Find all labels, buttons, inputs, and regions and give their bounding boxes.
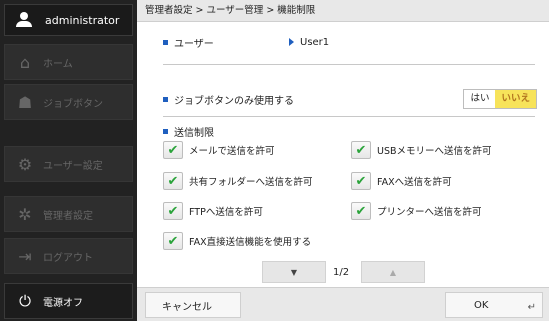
sidebar-item-label: ユーザー設定 <box>43 160 103 172</box>
checkbox-fax-send[interactable]: ✔ FAXへ送信を許可 <box>351 172 452 190</box>
check-icon: ✔ <box>351 172 371 190</box>
power-off-button[interactable]: ⏻ 電源オフ <box>4 283 133 319</box>
checkbox-label: FTPへ送信を許可 <box>189 207 263 218</box>
user-row: ユーザー User1 <box>163 34 329 50</box>
divider <box>163 64 535 65</box>
checkbox-label: プリンターへ送信を許可 <box>377 207 482 218</box>
checkbox-usb-send[interactable]: ✔ USBメモリーへ送信を許可 <box>351 141 492 159</box>
sidebar-item-label: ジョブボタン <box>43 98 103 110</box>
ok-button[interactable]: OK ↵ <box>445 292 543 318</box>
home-icon: ⌂ <box>19 52 31 72</box>
checkbox-printer-send[interactable]: ✔ プリンターへ送信を許可 <box>351 202 482 220</box>
checkbox-ftp-send[interactable]: ✔ FTPへ送信を許可 <box>163 202 263 220</box>
sidebar-item-user-settings[interactable]: ⚙ ユーザー設定 <box>4 146 133 182</box>
sidebar-item-label: 管理者設定 <box>43 210 93 222</box>
user-icon <box>15 12 33 28</box>
sidebar: administrator ⌂ ホーム ☗ ジョブボタン ⚙ ユーザー設定 ✲ … <box>0 0 137 321</box>
checkbox-label: FAX直接送信機能を使用する <box>189 237 312 248</box>
check-icon: ✔ <box>163 141 183 159</box>
sidebar-item-job-button[interactable]: ☗ ジョブボタン <box>4 84 133 120</box>
enter-icon: ↵ <box>527 302 536 313</box>
checkbox-label: FAXへ送信を許可 <box>377 177 452 188</box>
ok-label: OK <box>474 299 489 311</box>
page-down-button[interactable]: ▼ <box>262 261 326 283</box>
breadcrumb: 管理者設定 > ユーザー管理 > 機能制限 <box>137 0 549 22</box>
job-button-icon: ☗ <box>17 92 33 112</box>
yes-no-toggle: はい いいえ <box>463 89 537 109</box>
no-button[interactable]: いいえ <box>495 90 536 108</box>
check-icon: ✔ <box>163 172 183 190</box>
checkbox-email-send[interactable]: ✔ メールで送信を許可 <box>163 141 275 159</box>
power-off-label: 電源オフ <box>43 297 83 309</box>
user-name: administrator <box>45 13 120 27</box>
bullet-icon <box>163 39 168 45</box>
cancel-button[interactable]: キャンセル <box>145 292 241 318</box>
checkbox-label: USBメモリーへ送信を許可 <box>377 146 492 157</box>
checkbox-label: 共有フォルダーへ送信を許可 <box>189 177 313 188</box>
page-indicator: 1/2 <box>333 267 350 278</box>
main-panel: 管理者設定 > ユーザー管理 > 機能制限 ユーザー User1 ジョブボタンの… <box>137 0 549 321</box>
sidebar-item-label: ログアウト <box>43 252 93 264</box>
sidebar-item-label: ホーム <box>43 58 73 70</box>
user-row-value: User1 <box>300 36 330 48</box>
send-restriction-section: 送信制限 <box>163 124 214 139</box>
check-icon: ✔ <box>351 141 371 159</box>
pager: ▼ 1/2 ▲ <box>137 259 549 287</box>
sidebar-item-home[interactable]: ⌂ ホーム <box>4 44 133 80</box>
section-title: 送信制限 <box>174 128 214 139</box>
power-icon: ⏻ <box>19 292 31 310</box>
check-icon: ✔ <box>163 232 183 250</box>
admin-settings-icon: ✲ <box>18 204 32 224</box>
logout-icon: ⇥ <box>18 246 32 266</box>
cancel-label: キャンセル <box>162 301 212 313</box>
user-settings-icon: ⚙ <box>17 154 33 174</box>
user-row-label: ユーザー <box>174 38 214 50</box>
divider <box>163 116 535 117</box>
sidebar-item-admin-settings[interactable]: ✲ 管理者設定 <box>4 196 133 232</box>
arrow-right-icon <box>289 38 294 46</box>
sidebar-item-logout[interactable]: ⇥ ログアウト <box>4 238 133 274</box>
page-up-button[interactable]: ▲ <box>361 261 425 283</box>
bullet-icon <box>163 96 168 102</box>
job-button-only-label: ジョブボタンのみ使用する <box>174 95 294 107</box>
checkbox-fax-direct-send[interactable]: ✔ FAX直接送信機能を使用する <box>163 232 311 250</box>
bottom-bar: キャンセル OK ↵ <box>137 287 549 321</box>
checkbox-label: メールで送信を許可 <box>189 146 275 157</box>
job-button-only-row: ジョブボタンのみ使用する <box>163 90 294 108</box>
check-icon: ✔ <box>163 202 183 220</box>
yes-button[interactable]: はい <box>464 90 496 108</box>
bullet-icon <box>163 129 168 134</box>
user-header[interactable]: administrator <box>4 4 133 36</box>
checkbox-shared-folder-send[interactable]: ✔ 共有フォルダーへ送信を許可 <box>163 172 313 190</box>
check-icon: ✔ <box>351 202 371 220</box>
